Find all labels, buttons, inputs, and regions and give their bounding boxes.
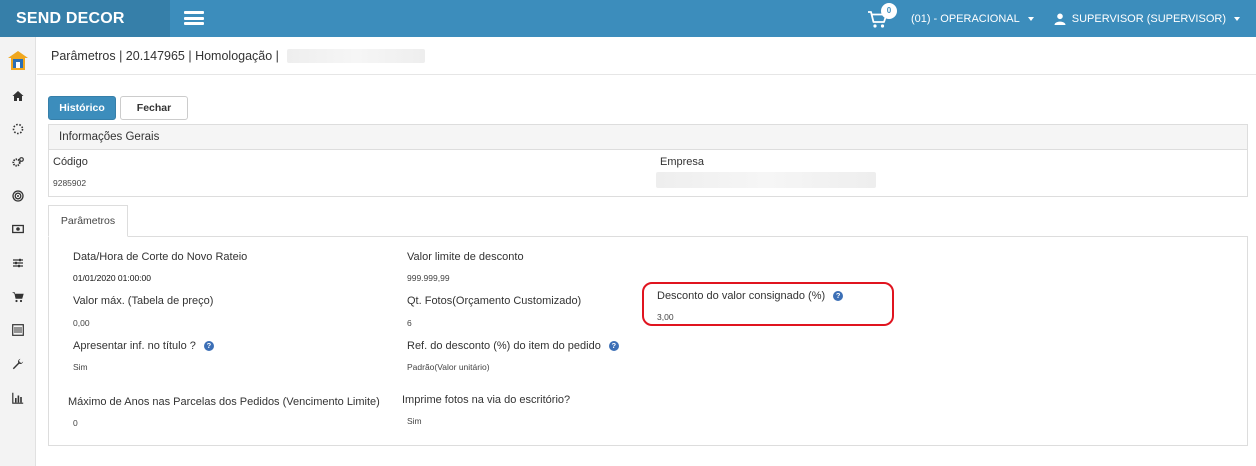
photos-label: Qt. Fotos(Orçamento Customizado): [407, 295, 582, 307]
company-label: Empresa: [660, 156, 705, 168]
discount-limit-label: Valor limite de desconto: [407, 251, 524, 263]
redacted-text: [286, 48, 425, 63]
discount-limit-value: 999.999,99: [407, 273, 450, 283]
wrench-icon: [12, 358, 24, 370]
cart-button[interactable]: 0: [867, 2, 897, 29]
tab-pane-parametros: [48, 236, 1248, 446]
page-header: Parâmetros | 20.147965 | Homologação |: [37, 37, 1256, 75]
discount-ref-label: Ref. do desconto (%) do item do pedido?: [407, 340, 619, 352]
bar-chart-icon: [12, 392, 24, 404]
sidebar-item-loading[interactable]: [0, 117, 36, 141]
sidebar-item-filters[interactable]: [0, 251, 36, 275]
max-years-label: Máximo de Anos nas Parcelas dos Pedidos …: [68, 396, 380, 408]
menu-icon[interactable]: [184, 11, 204, 25]
general-info-panel: Informações Gerais: [48, 124, 1248, 197]
company-label: (01) - OPERACIONAL: [910, 12, 1020, 25]
photos-value: 6: [407, 318, 412, 328]
show-title-value: Sim: [73, 362, 88, 372]
brand-logo[interactable]: SEND DECOR: [0, 0, 170, 37]
print-photos-value: Sim: [407, 416, 422, 426]
app-logo-icon: [8, 51, 28, 70]
close-button[interactable]: Fechar: [120, 96, 188, 120]
max-value-label: Valor máx. (Tabela de preço): [73, 295, 214, 307]
cutoff-value: 01/01/2020 01:00:00: [73, 273, 151, 283]
show-title-label: Apresentar inf. no título ??: [73, 340, 214, 352]
show-title-text: Apresentar inf. no título ?: [73, 340, 196, 352]
help-icon[interactable]: ?: [608, 341, 619, 352]
user-label: SUPERVISOR (SUPERVISOR): [1071, 12, 1226, 25]
sidebar-item-target[interactable]: [0, 184, 36, 208]
company-dropdown[interactable]: (01) - OPERACIONAL: [911, 13, 1034, 25]
sliders-icon: [13, 258, 23, 268]
cart-count-badge: 0: [880, 2, 897, 19]
sidebar-item-barcode[interactable]: [0, 318, 36, 342]
caret-down-icon: [1234, 16, 1240, 21]
panel-title: Informações Gerais: [49, 125, 1247, 150]
sidebar-item-reports[interactable]: [0, 386, 36, 410]
home-icon: [12, 91, 24, 101]
highlight-annotation: [642, 282, 894, 326]
sidebar: [0, 37, 36, 466]
breadcrumb: Parâmetros | 20.147965 | Homologação |: [51, 48, 279, 63]
sidebar-logo[interactable]: [0, 45, 36, 77]
redacted-company-value: [656, 172, 876, 188]
topbar-right: 0 (01) - OPERACIONAL SUPERVISOR (SUPERVI…: [867, 0, 1256, 37]
max-years-value: 0: [73, 418, 78, 428]
sidebar-item-sales[interactable]: [0, 285, 36, 309]
history-button[interactable]: Histórico: [48, 96, 116, 120]
target-icon: [12, 190, 24, 202]
user-icon: [1054, 13, 1066, 25]
sidebar-item-home[interactable]: [0, 84, 36, 108]
cogs-icon: [12, 157, 24, 167]
help-icon[interactable]: ?: [203, 341, 214, 352]
user-dropdown[interactable]: SUPERVISOR (SUPERVISOR): [1054, 13, 1240, 25]
money-icon: [12, 224, 24, 234]
caret-down-icon: [1027, 16, 1034, 21]
top-navbar: SEND DECOR 0 (01) - OPERACIONAL SUPERVIS…: [0, 0, 1256, 37]
discount-ref-value: Padrão(Valor unitário): [407, 362, 490, 372]
discount-ref-text: Ref. do desconto (%) do item do pedido: [407, 340, 601, 352]
max-value-value: 0,00: [73, 318, 90, 328]
tab-parametros[interactable]: Parâmetros: [48, 205, 128, 237]
barcode-icon: [12, 324, 24, 336]
code-value: 9285902: [53, 178, 87, 188]
spinner-icon: [12, 123, 24, 135]
sidebar-item-settings[interactable]: [0, 150, 36, 174]
cutoff-label: Data/Hora de Corte do Novo Rateio: [73, 251, 248, 263]
code-label: Código: [53, 156, 88, 168]
sidebar-item-tools[interactable]: [0, 352, 36, 376]
print-photos-label: Imprime fotos na via do escritório?: [402, 394, 571, 406]
cart-icon: [12, 292, 24, 303]
sidebar-item-finance[interactable]: [0, 217, 36, 241]
